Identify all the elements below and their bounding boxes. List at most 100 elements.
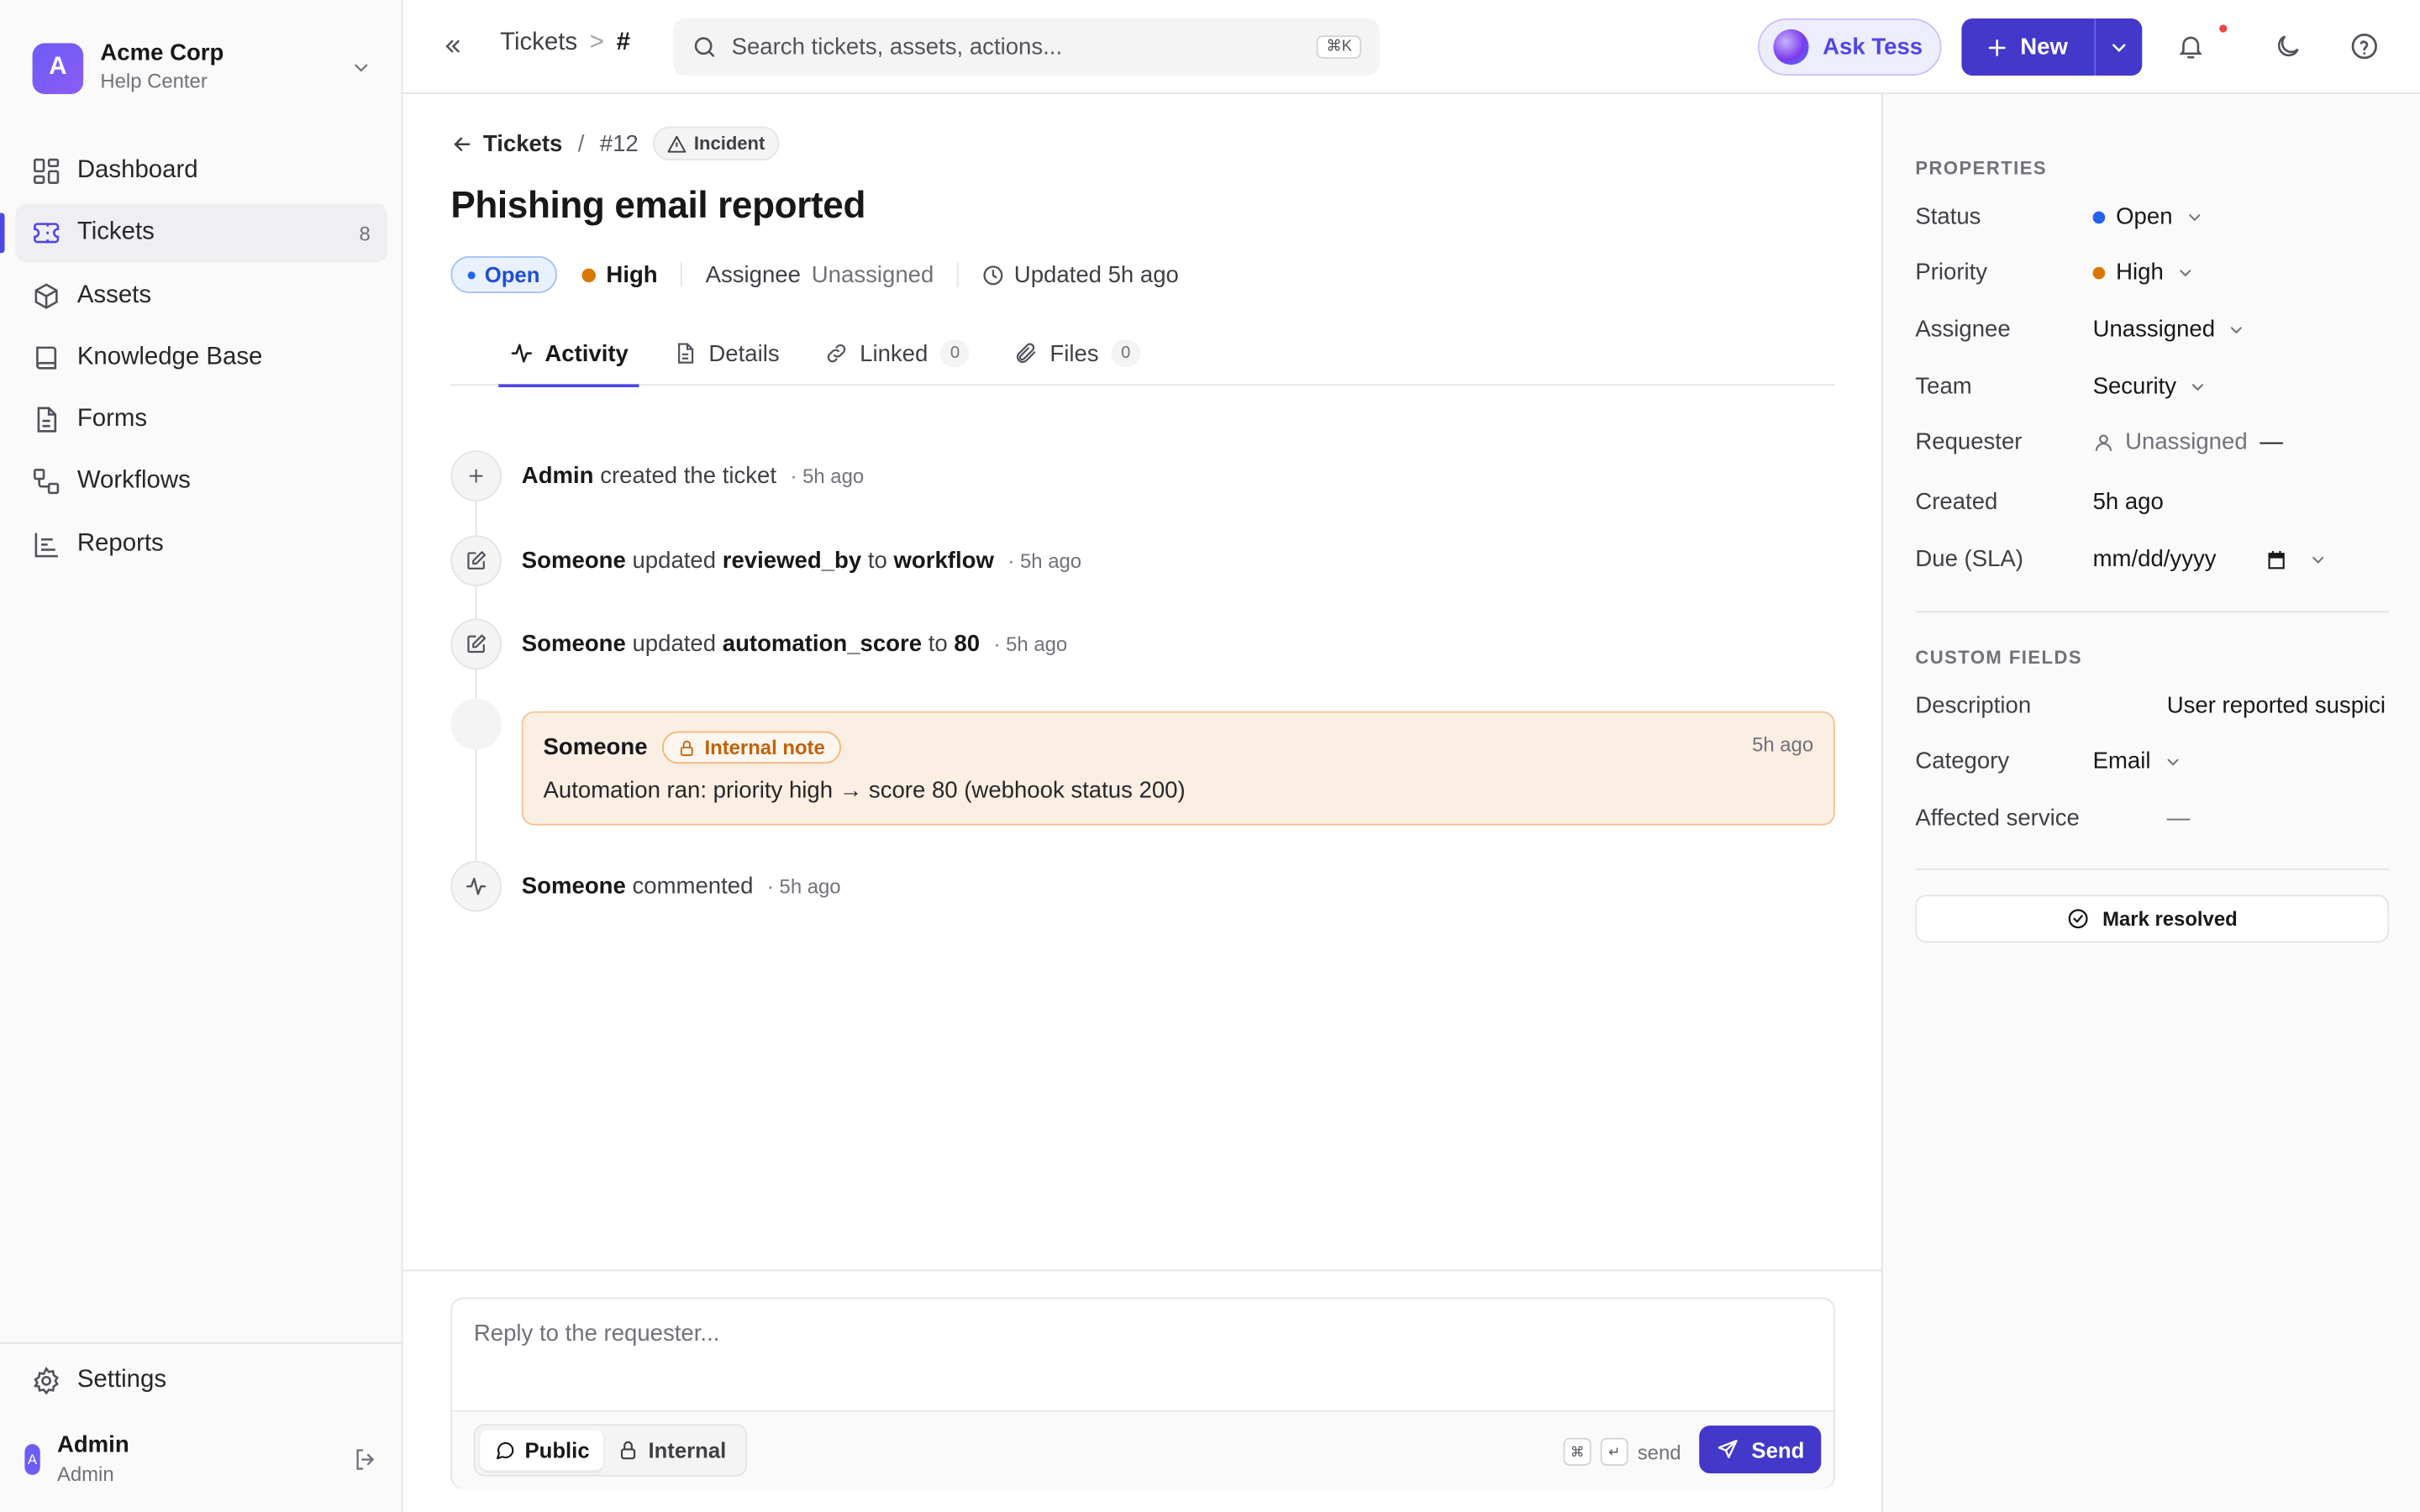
- tab-files[interactable]: Files 0: [1014, 322, 1141, 385]
- event-time: · 5h ago: [790, 464, 865, 488]
- status-value: Open: [2116, 203, 2173, 230]
- sidebar-nav: Dashboard Tickets 8 Assets Knowledge Bas…: [0, 142, 388, 577]
- divider: [1915, 869, 2390, 870]
- moon-icon[interactable]: [2273, 31, 2302, 62]
- tab-label: Details: [708, 339, 780, 367]
- activity-icon: [509, 341, 534, 365]
- back-to-tickets-link[interactable]: Tickets: [483, 130, 562, 156]
- custom-field-category: Category Email: [1915, 748, 2393, 774]
- logout-icon[interactable]: [352, 1446, 380, 1473]
- property-label: Assignee: [1915, 316, 2011, 343]
- priority-label: High: [606, 261, 658, 288]
- new-button-label: New: [2020, 34, 2068, 60]
- ask-tess-button[interactable]: Ask Tess: [1758, 18, 1942, 76]
- event-text: Someone commented: [521, 873, 754, 900]
- status-dot: [467, 270, 476, 279]
- ticket-type-tag: Incident: [652, 126, 779, 161]
- status-dot: [2092, 210, 2106, 223]
- breadcrumb-separator: /: [577, 130, 585, 157]
- chevron-down-icon: [2163, 752, 2181, 770]
- tab-label: Activity: [544, 339, 629, 367]
- arrow-left-icon[interactable]: [450, 132, 474, 155]
- assignee-select[interactable]: Unassigned: [2093, 317, 2246, 343]
- priority-select[interactable]: High: [2092, 260, 2195, 286]
- collapse-sidebar-icon[interactable]: [439, 31, 464, 62]
- breadcrumb-current: #: [616, 29, 630, 56]
- help-icon[interactable]: [2349, 31, 2380, 62]
- breadcrumb: Tickets > #: [500, 29, 630, 57]
- new-button[interactable]: New: [1961, 18, 2094, 76]
- due-date-input[interactable]: mm/dd/yyyy: [2093, 546, 2328, 572]
- event-time: · 5h ago: [766, 874, 841, 898]
- category-select[interactable]: Email: [2093, 748, 2182, 774]
- tab-details[interactable]: Details: [673, 322, 780, 385]
- calendar-icon[interactable]: [2265, 549, 2287, 570]
- breadcrumb-separator: >: [589, 29, 604, 56]
- avatar: A: [24, 1444, 40, 1475]
- sidebar-item-label: Assets: [76, 281, 152, 308]
- assignee-label: Assignee: [705, 261, 801, 288]
- bell-icon[interactable]: [2176, 31, 2206, 62]
- custom-field-description: Description User reported suspici: [1915, 693, 2420, 719]
- settings-label: Settings: [76, 1367, 167, 1394]
- search-placeholder: Search tickets, assets, actions...: [731, 34, 1063, 60]
- new-dropdown-button[interactable]: [2094, 18, 2142, 76]
- ask-tess-label: Ask Tess: [1823, 34, 1923, 60]
- paperclip-icon: [1014, 341, 1039, 365]
- send-button[interactable]: Send: [1699, 1425, 1822, 1474]
- description-value[interactable]: User reported suspici: [2167, 693, 2386, 719]
- tab-label: Linked: [860, 339, 929, 367]
- assistant-orb-icon: [1773, 29, 1809, 66]
- internal-note-label: Internal note: [704, 736, 825, 759]
- priority-dot: [2092, 265, 2106, 279]
- search-input[interactable]: Search tickets, assets, actions... ⌘K: [672, 18, 1381, 76]
- sidebar-item-assets[interactable]: Assets: [15, 266, 387, 325]
- file-icon: [31, 405, 62, 436]
- sidebar-item-reports[interactable]: Reports: [15, 515, 387, 574]
- priority-dot: [581, 267, 596, 282]
- org-subtitle: Help Center: [100, 69, 208, 93]
- property-priority: Priority High: [1915, 260, 2393, 286]
- ticket-icon: [31, 218, 62, 249]
- sidebar-item-settings[interactable]: Settings: [31, 1365, 166, 1396]
- chevron-down-icon: [2228, 320, 2246, 339]
- tab-activity[interactable]: Activity: [498, 322, 640, 387]
- property-status: Status Open: [1915, 203, 2393, 230]
- chevron-down-icon: [2189, 377, 2207, 396]
- assignee-value: Unassigned: [811, 261, 934, 288]
- affected-service-value[interactable]: —: [2167, 806, 2191, 832]
- property-label: Due (SLA): [1915, 546, 2023, 573]
- sidebar-item-knowledge-base[interactable]: Knowledge Base: [15, 328, 387, 387]
- priority-badge: High: [581, 261, 658, 288]
- property-label: Description: [1915, 692, 2032, 719]
- ticket-breadcrumb: Tickets / #12 Incident: [450, 126, 779, 161]
- tab-linked[interactable]: Linked 0: [824, 322, 970, 385]
- sidebar-item-tickets[interactable]: Tickets 8: [0, 203, 388, 263]
- sidebar-item-label: Reports: [76, 530, 164, 557]
- tab-label: Files: [1050, 339, 1099, 367]
- internal-toggle[interactable]: Internal: [603, 1431, 740, 1471]
- divider: [956, 262, 959, 287]
- status-select[interactable]: Open: [2092, 203, 2204, 230]
- org-switcher[interactable]: A Acme Corp Help Center: [32, 40, 372, 96]
- ticket-tabs: Activity Details Linked 0 Files 0: [450, 322, 1835, 387]
- chevron-down-icon: [350, 57, 372, 79]
- breadcrumb-tickets[interactable]: Tickets: [500, 29, 577, 57]
- reply-composer-area: Reply to the requester... Public Interna…: [402, 1269, 1883, 1512]
- sidebar-item-forms[interactable]: Forms: [15, 391, 387, 449]
- sidebar-item-dashboard[interactable]: Dashboard: [15, 142, 387, 201]
- team-select[interactable]: Security: [2093, 373, 2207, 400]
- search-shortcut: ⌘K: [1317, 35, 1361, 59]
- note-author: Someone: [543, 734, 648, 761]
- mark-resolved-button[interactable]: Mark resolved: [1915, 895, 2390, 943]
- cmd-key: ⌘: [1563, 1437, 1591, 1466]
- reply-input[interactable]: Reply to the requester...: [474, 1320, 720, 1347]
- chevron-down-icon: [2309, 550, 2328, 569]
- search-icon: [692, 34, 718, 60]
- requester-value[interactable]: Unassigned —: [2093, 429, 2283, 455]
- public-toggle[interactable]: Public: [480, 1430, 604, 1471]
- tickets-count-badge: 8: [359, 222, 371, 245]
- property-label: Created: [1915, 489, 1998, 516]
- sidebar-item-workflows[interactable]: Workflows: [15, 453, 387, 512]
- property-label: Requester: [1915, 428, 2023, 455]
